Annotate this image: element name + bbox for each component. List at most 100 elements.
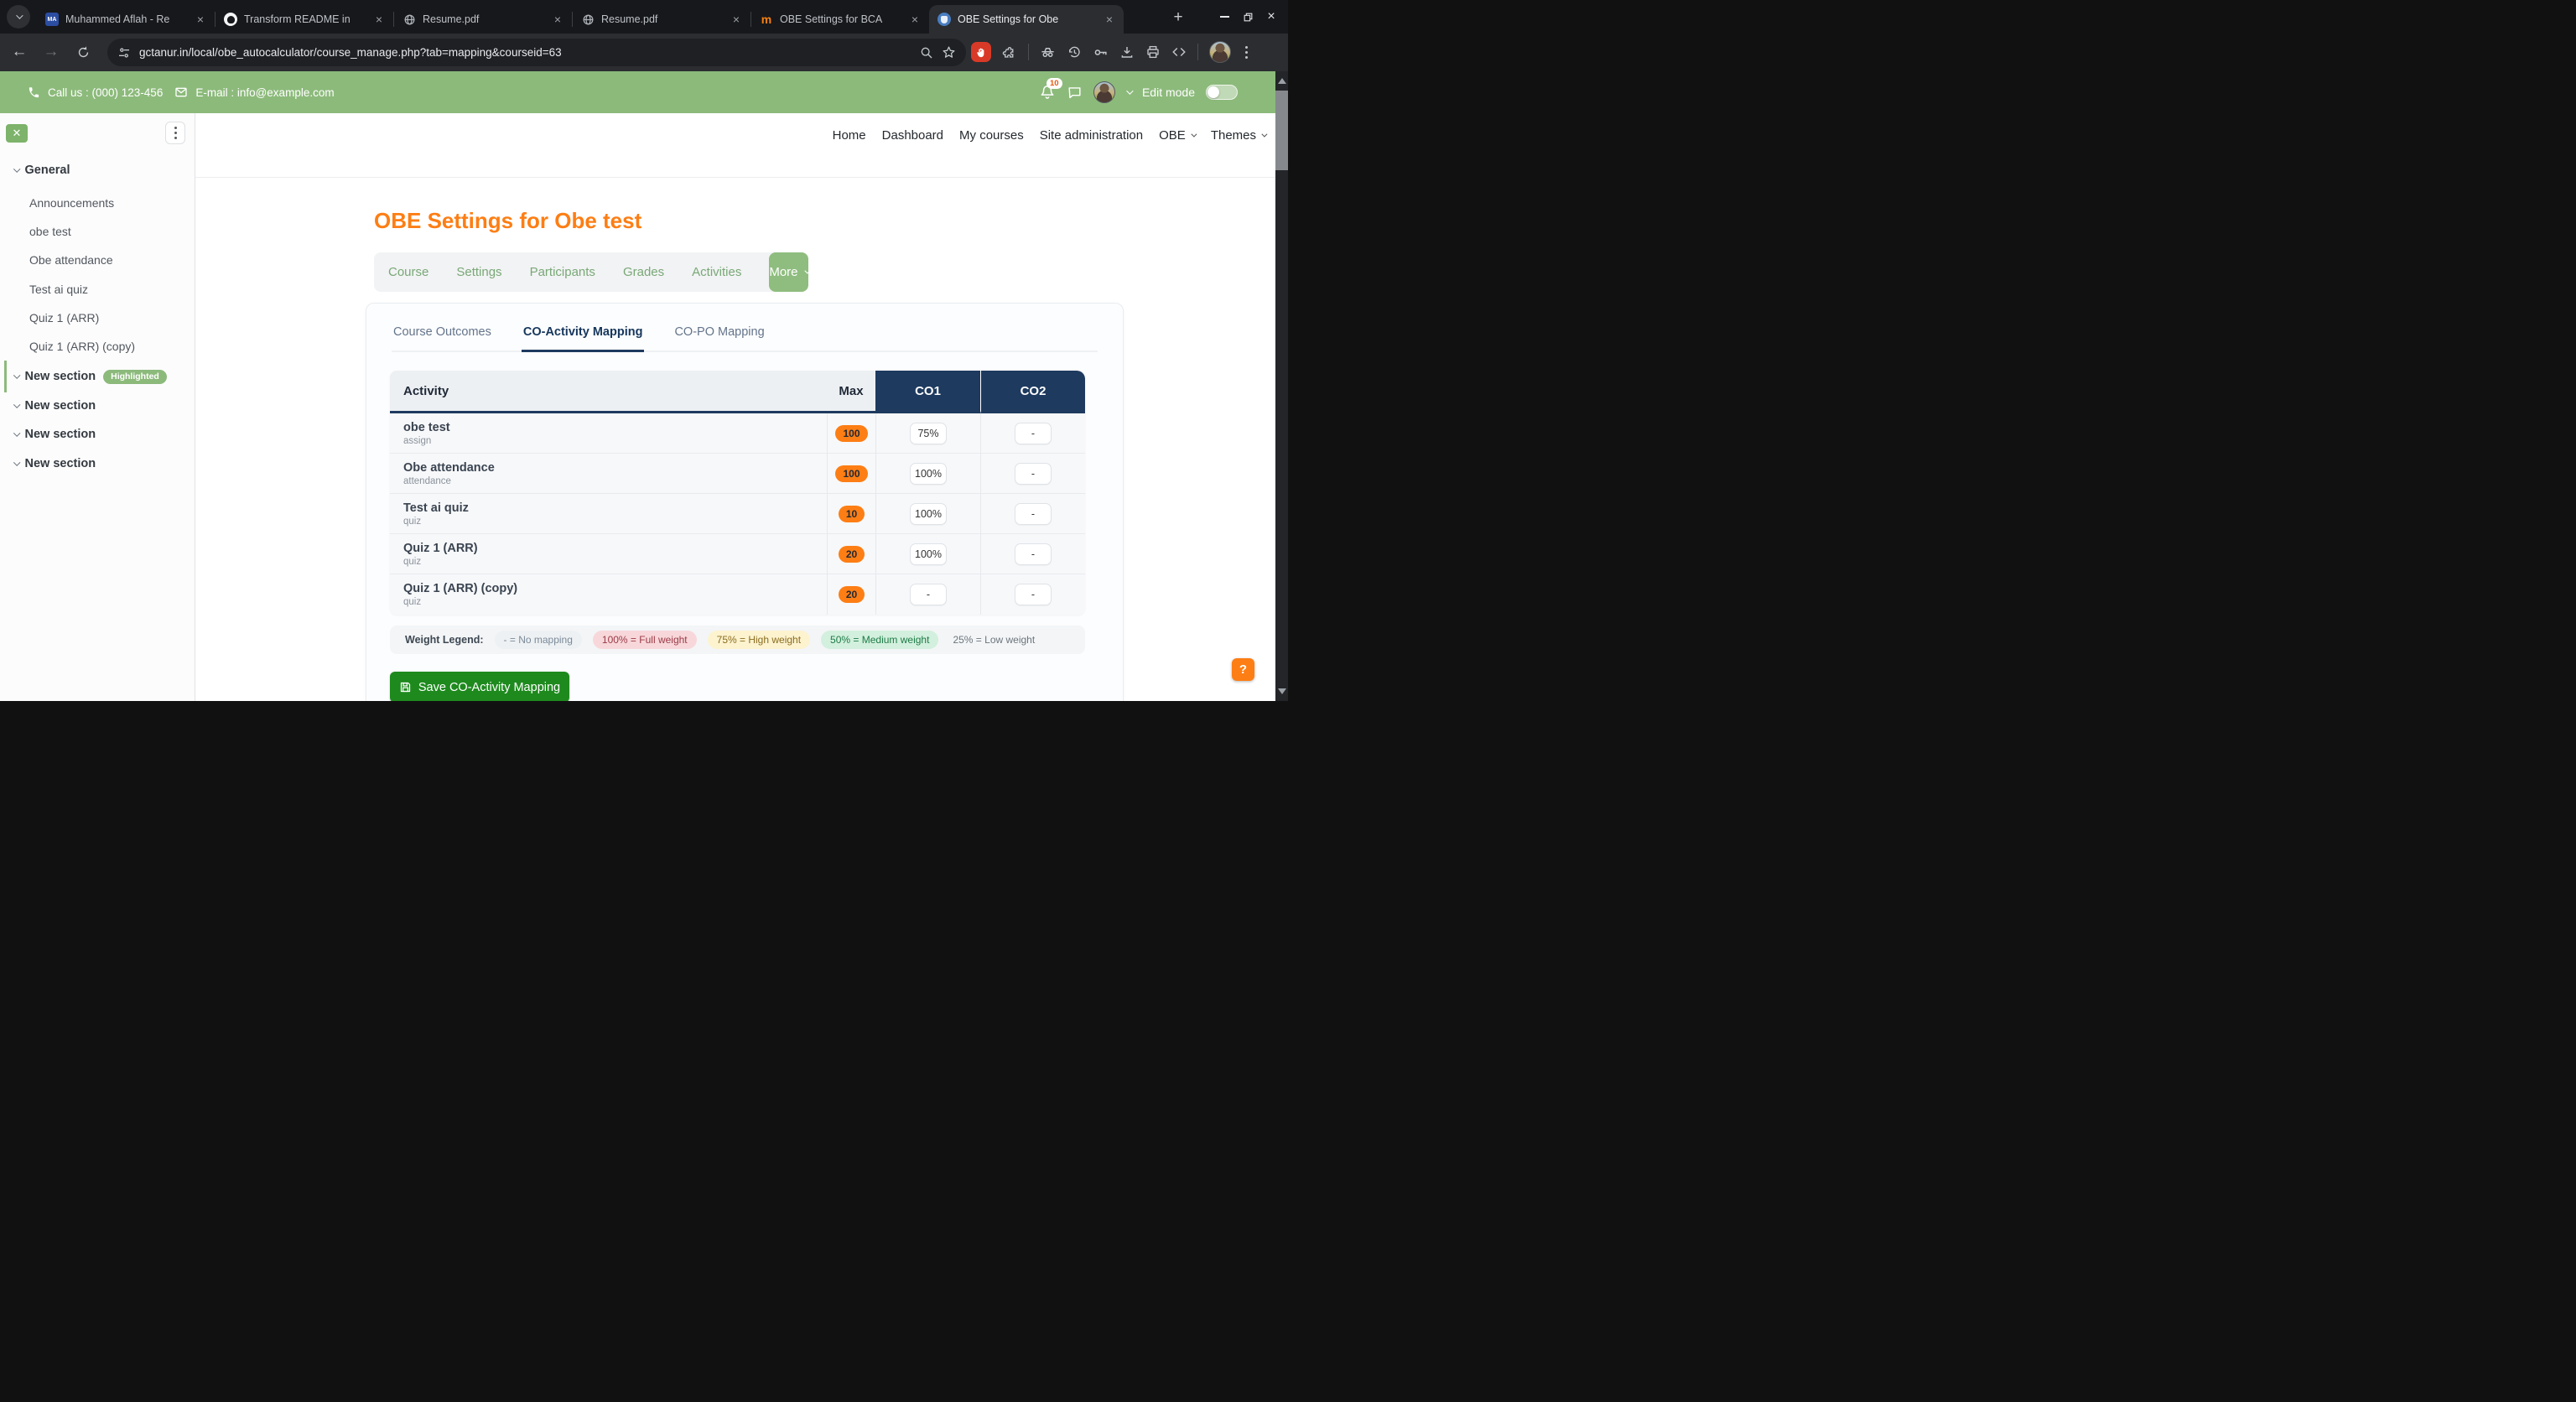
new-tab-button[interactable]: + (1167, 7, 1189, 29)
co2-input[interactable] (1015, 543, 1052, 565)
profile-avatar[interactable] (1209, 41, 1231, 63)
sidebar-item-quiz-1-arr-copy[interactable]: Quiz 1 (ARR) (copy) (0, 336, 195, 356)
tab-course[interactable]: Course (388, 265, 428, 279)
tab-close-icon[interactable]: × (1102, 12, 1117, 27)
drawer-menu-icon[interactable] (165, 122, 185, 144)
scrollbar-thumb[interactable] (1275, 91, 1288, 170)
help-button[interactable]: ? (1232, 658, 1254, 681)
browser-tab[interactable]: m OBE Settings for BCA × (751, 5, 929, 34)
sidebar-item-label: obe test (29, 225, 71, 238)
max-badge: 20 (839, 546, 865, 563)
passwords-key-icon[interactable] (1093, 44, 1109, 60)
extensions-puzzle-icon[interactable] (1002, 44, 1017, 60)
tab-close-icon[interactable]: × (371, 12, 387, 27)
print-icon[interactable] (1145, 44, 1161, 60)
co2-input[interactable] (1015, 584, 1052, 605)
legend-full-weight: 100% = Full weight (593, 631, 697, 649)
column-header-activity: Activity (390, 371, 827, 413)
sidebar-item-new-section-highlighted[interactable]: New section Highlighted (0, 366, 195, 387)
messages-chat-icon[interactable] (1067, 85, 1083, 101)
co1-input[interactable] (910, 463, 947, 485)
sidebar-item-obe-attendance[interactable]: Obe attendance (0, 250, 195, 270)
user-avatar[interactable] (1093, 81, 1115, 103)
phone-icon (28, 86, 40, 99)
page-scrollbar[interactable] (1275, 71, 1288, 701)
sidebar-item-general[interactable]: General (0, 160, 195, 180)
envelope-icon (174, 86, 188, 99)
sidebar-item-new-section[interactable]: New section (0, 454, 195, 474)
tab-close-icon[interactable]: × (193, 12, 208, 27)
browser-tab-active[interactable]: OBE Settings for Obe × (929, 5, 1124, 34)
tab-close-icon[interactable]: × (907, 12, 922, 27)
site-topbar: Call us : (000) 123-456 E-mail : info@ex… (0, 71, 1288, 113)
browser-tab[interactable]: Transform README in × (216, 5, 393, 34)
toolbar-divider (1028, 44, 1029, 60)
subtab-course-outcomes[interactable]: Course Outcomes (392, 317, 493, 350)
close-drawer-button[interactable]: ✕ (6, 124, 28, 143)
nav-site-administration[interactable]: Site administration (1040, 128, 1143, 143)
zoom-icon[interactable] (920, 46, 933, 60)
co2-input[interactable] (1015, 463, 1052, 485)
back-button[interactable]: ← (7, 39, 32, 65)
co2-cell (980, 574, 1085, 615)
history-icon[interactable] (1067, 44, 1082, 60)
browser-tab[interactable]: MA Muhammed Aflah - Re × (37, 5, 215, 34)
co1-input[interactable] (910, 503, 947, 525)
notifications-bell-icon[interactable]: 10 (1039, 84, 1056, 101)
co1-input[interactable] (910, 584, 947, 605)
tab-title: Muhammed Aflah - Re (65, 13, 186, 25)
forward-button[interactable]: → (39, 39, 64, 65)
table-row: obe test assign 100 (390, 413, 1085, 454)
bookmark-star-icon[interactable] (942, 45, 956, 60)
co2-input[interactable] (1015, 423, 1052, 444)
co1-input[interactable] (910, 423, 947, 444)
tab-close-icon[interactable]: × (550, 12, 565, 27)
activity-name: obe test (403, 421, 450, 434)
code-icon[interactable] (1171, 44, 1187, 60)
tab-participants[interactable]: Participants (530, 265, 595, 279)
nav-home[interactable]: Home (833, 128, 866, 143)
edit-mode-toggle[interactable] (1206, 85, 1238, 100)
url-text[interactable]: gctanur.in/local/obe_autocalculator/cour… (139, 46, 911, 59)
tab-more-dropdown[interactable]: More (769, 252, 808, 292)
tab-search-button[interactable] (7, 5, 30, 29)
site-info-icon[interactable] (117, 46, 131, 60)
tab-activities[interactable]: Activities (692, 265, 741, 279)
tab-grades[interactable]: Grades (623, 265, 664, 279)
table-row: Test ai quiz quiz 10 (390, 494, 1085, 534)
edit-mode-label: Edit mode (1142, 86, 1195, 99)
scroll-up-arrow[interactable] (1278, 78, 1286, 84)
co1-input[interactable] (910, 543, 947, 565)
sidebar-item-announcements[interactable]: Announcements (0, 193, 195, 213)
subtab-co-po-mapping[interactable]: CO-PO Mapping (673, 317, 766, 350)
tab-settings[interactable]: Settings (456, 265, 501, 279)
close-window-button[interactable]: × (1259, 5, 1283, 29)
sidebar-item-new-section[interactable]: New section (0, 396, 195, 416)
incognito-icon[interactable] (1040, 44, 1056, 60)
minimize-button[interactable] (1213, 5, 1236, 29)
sidebar-item-obe-test[interactable]: obe test (0, 221, 195, 241)
downloads-icon[interactable] (1119, 44, 1135, 60)
browser-menu-icon[interactable] (1242, 43, 1251, 62)
sidebar-item-quiz-1-arr[interactable]: Quiz 1 (ARR) (0, 308, 195, 328)
co2-input[interactable] (1015, 503, 1052, 525)
browser-tab[interactable]: Resume.pdf × (394, 5, 572, 34)
adblock-extension-icon[interactable] (971, 42, 991, 62)
nav-my-courses[interactable]: My courses (959, 128, 1024, 143)
chevron-down-icon (1261, 131, 1267, 137)
sidebar-item-test-ai-quiz[interactable]: Test ai quiz (0, 279, 195, 299)
scroll-down-arrow[interactable] (1278, 688, 1286, 694)
restore-button[interactable] (1236, 5, 1259, 29)
save-co-activity-mapping-button[interactable]: Save CO-Activity Mapping (390, 672, 569, 701)
nav-obe-dropdown[interactable]: OBE (1159, 128, 1195, 143)
user-menu-chevron-icon[interactable] (1126, 87, 1133, 94)
nav-themes-dropdown[interactable]: Themes (1211, 128, 1265, 143)
tab-close-icon[interactable]: × (729, 12, 744, 27)
sidebar-item-new-section[interactable]: New section (0, 424, 195, 444)
reload-button[interactable] (70, 39, 96, 65)
subtab-co-activity-mapping[interactable]: CO-Activity Mapping (522, 317, 645, 352)
browser-tab[interactable]: Resume.pdf × (573, 5, 750, 34)
address-bar[interactable]: gctanur.in/local/obe_autocalculator/cour… (107, 39, 966, 66)
nav-dashboard[interactable]: Dashboard (882, 128, 943, 143)
column-header-co2: CO2 (980, 371, 1085, 413)
